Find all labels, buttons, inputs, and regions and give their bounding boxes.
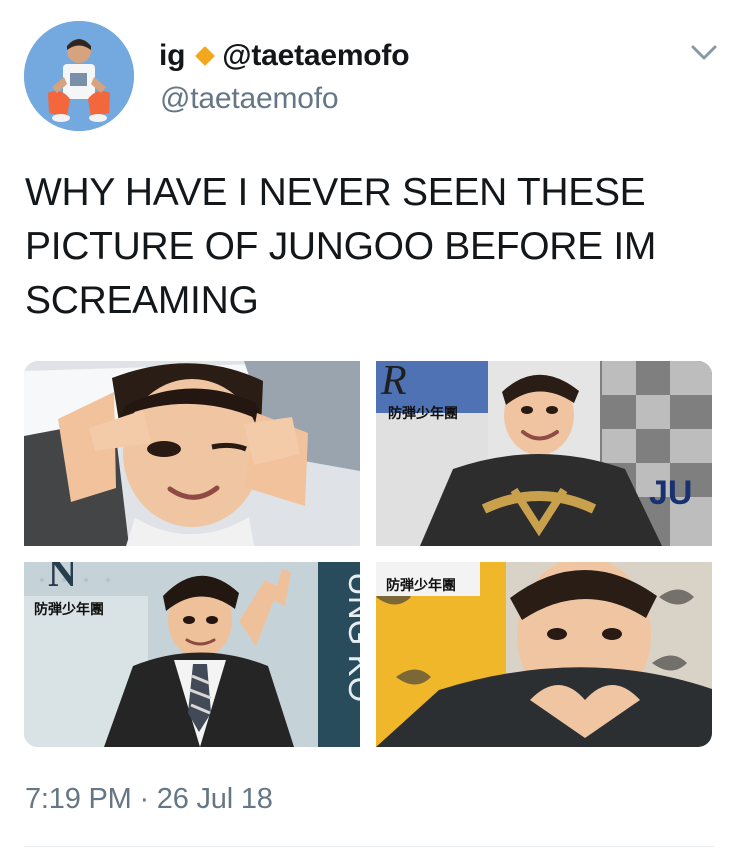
- avatar[interactable]: [24, 21, 134, 131]
- display-name-row[interactable]: ig @taetaemofo: [159, 35, 410, 77]
- tweet-divider: [24, 846, 714, 847]
- tile-2-label: 防弾少年團: [388, 405, 458, 422]
- diamond-icon: [195, 46, 216, 66]
- tweet-timestamp[interactable]: 7:19 PM · 26 Jul 18: [25, 785, 273, 814]
- user-handle[interactable]: @taetaemofo: [160, 84, 339, 114]
- media-image-1[interactable]: [24, 361, 360, 546]
- tile-3-label: 防弾少年團: [34, 601, 104, 618]
- tweet-header: ig @taetaemofo @taetaemofo: [24, 21, 717, 133]
- tweet-page: ig @taetaemofo @taetaemofo WHY HAVE I NE…: [0, 0, 736, 864]
- display-name-suffix[interactable]: @taetaemofo: [222, 41, 409, 71]
- display-name[interactable]: ig: [159, 41, 185, 71]
- media-image-2[interactable]: 防弾少年團 R JU: [376, 361, 712, 546]
- chevron-down-icon[interactable]: [691, 43, 717, 63]
- media-image-4[interactable]: 防弾少年團: [376, 562, 712, 747]
- tile-3-side-letters: UNG KO: [342, 572, 360, 702]
- tile-2-letter: R: [380, 361, 407, 404]
- tile-2-side-letters: JU: [649, 474, 692, 512]
- tweet-text: WHY HAVE I NEVER SEEN THESE PICTURE OF J…: [25, 171, 657, 322]
- tile-3-letter: N: [48, 562, 77, 595]
- tile-4-label: 防弾少年團: [386, 577, 456, 594]
- media-grid: 防弾少年團 R JU N 防弾少年團 UNG KO 防弾少年團: [24, 361, 712, 747]
- media-image-3[interactable]: N 防弾少年團 UNG KO: [24, 562, 360, 747]
